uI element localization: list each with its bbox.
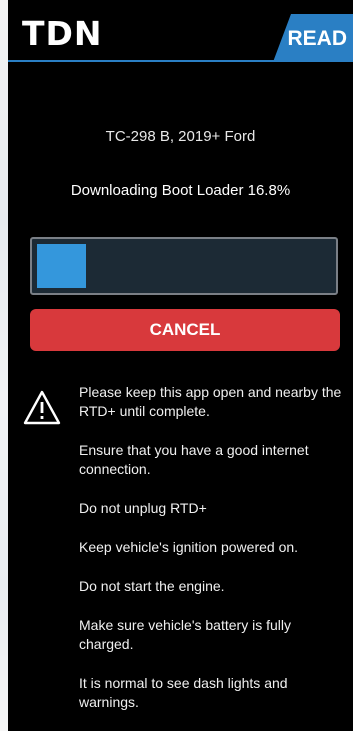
cancel-button[interactable]: CANCEL [30,309,340,351]
download-status: Downloading Boot Loader 16.8% [70,182,291,199]
instructions-list: Please keep this app open and nearby the… [79,383,349,712]
progress-bar [30,237,338,295]
instruction-item: Do not start the engine. [79,578,225,594]
instruction-item: Do not unplug RTD+ [79,500,207,516]
progress-fill [37,244,87,288]
instruction-item: Please keep this app open and nearby the… [79,384,342,419]
app-logo: TDN [22,14,103,53]
warning-triangle-icon [23,390,61,426]
instruction-item: Make sure vehicle's battery is fully cha… [79,617,291,652]
read-mode-label[interactable]: READ [287,27,347,51]
instruction-item: It is normal to see dash lights and warn… [79,675,288,710]
instruction-item: Keep vehicle's ignition powered on. [79,539,299,555]
vehicle-label: TC-298 B, 2019+ Ford [105,128,256,145]
progress-track [37,244,331,288]
instruction-item: Ensure that you have a good internet con… [79,442,309,477]
app-screen: TDN READ TC-298 B, 2019+ Ford Downloadin… [8,0,353,731]
top-bar: TDN READ [8,0,353,62]
